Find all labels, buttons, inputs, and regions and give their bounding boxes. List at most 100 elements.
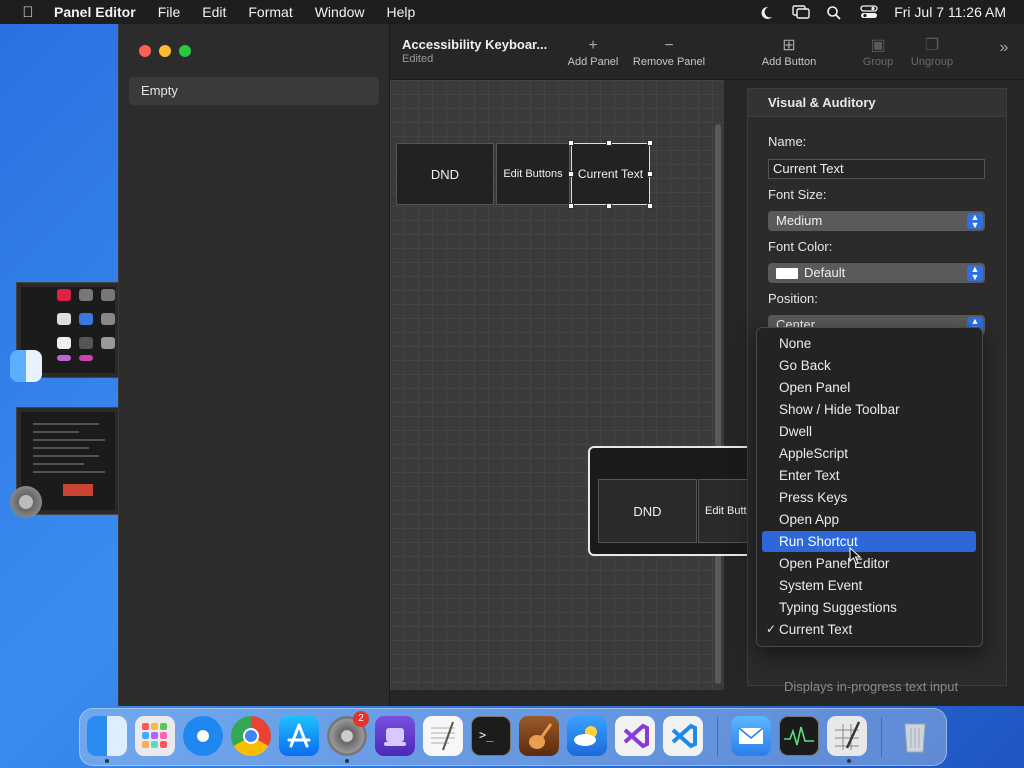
sidebar: Empty [119,24,390,706]
menu-item-enter-text[interactable]: Enter Text [762,465,976,486]
svg-text:>_: >_ [479,728,494,742]
menu-item-show-hide-toolbar[interactable]: Show / Hide Toolbar [762,399,976,420]
zoom-window-button[interactable] [179,45,191,57]
dock-visual-studio-icon[interactable] [615,716,655,756]
group-button[interactable]: ▣ Group [858,36,898,68]
resize-handle[interactable] [647,171,653,177]
document-status: Edited [402,53,434,65]
resize-handle[interactable] [606,140,612,146]
action-description: Displays in-progress text input [784,679,959,694]
dock-chrome-icon[interactable] [231,716,271,756]
dock-finder-icon[interactable] [87,716,127,756]
minus-icon: − [664,37,674,54]
menu-app-name[interactable]: Panel Editor [54,4,136,20]
focus-moon-icon[interactable] [758,5,774,19]
dock-weather-icon[interactable] [567,716,607,756]
toolbar: Accessibility Keyboar... Edited + Add Pa… [390,24,1024,80]
dock-panel-editor-icon[interactable] [827,716,867,756]
menu-item-dwell[interactable]: Dwell [762,421,976,442]
remove-panel-button[interactable]: − Remove Panel [630,36,708,68]
add-panel-button[interactable]: + Add Panel [565,36,621,68]
canvas-button-dnd[interactable]: DND [396,143,494,205]
toolbar-overflow-button[interactable]: » [994,38,1014,58]
dock-textedit-icon[interactable] [423,716,463,756]
menu-clock[interactable]: Fri Jul 7 11:26 AM [894,4,1006,20]
resize-handle[interactable] [647,140,653,146]
menu-window[interactable]: Window [315,4,365,20]
font-size-popup[interactable]: Medium ▲ ▼ [768,211,985,231]
menu-item-press-keys[interactable]: Press Keys [762,487,976,508]
menu-bar:  Panel Editor File Edit Format Window H… [0,0,1024,24]
menu-item-go-back[interactable]: Go Back [762,355,976,376]
screen-mirroring-icon[interactable] [792,5,810,19]
menu-edit[interactable]: Edit [202,4,226,20]
menu-item-typing-suggestions[interactable]: Typing Suggestions [762,597,976,618]
font-size-label: Font Size: [768,187,827,202]
menu-file[interactable]: File [158,4,181,20]
running-indicator [847,759,851,763]
resize-handle[interactable] [647,203,653,209]
close-window-button[interactable] [139,45,151,57]
preview-button-dnd[interactable]: DND [598,479,697,543]
checkmark-icon: ✓ [766,622,777,636]
menu-item-open-panel-editor[interactable]: Open Panel Editor [762,553,976,574]
menu-item-open-panel[interactable]: Open Panel [762,377,976,398]
panel-preview: DND Edit Butto [588,446,772,556]
menu-item-open-app[interactable]: Open App [762,509,976,530]
resize-handle[interactable] [606,203,612,209]
resize-handle[interactable] [568,140,574,146]
system-settings-icon[interactable] [10,486,42,518]
menu-item-run-shortcut[interactable]: Run Shortcut [762,531,976,552]
dock-separator [881,717,882,757]
running-indicator [105,759,109,763]
dock-separator [717,717,718,757]
canvas-scrollbar[interactable] [715,124,721,684]
apple-menu-icon[interactable]:  [18,4,38,21]
document-title: Accessibility Keyboar... [402,37,548,52]
sidebar-item-empty[interactable]: Empty [129,77,379,105]
dock-garageband-icon[interactable] [519,716,559,756]
menu-item-applescript[interactable]: AppleScript [762,443,976,464]
name-label: Name: [768,134,807,149]
dock-launchpad-icon[interactable] [135,716,175,756]
plus-icon: + [588,37,598,54]
chevron-updown-icon: ▲▼ [967,213,983,230]
position-label: Position: [768,291,818,306]
add-square-icon: ⊞ [782,37,796,54]
menu-item-current-text[interactable]: ✓ Current Text [762,619,976,640]
dock-mail-icon[interactable] [731,716,771,756]
canvas-button-current-text[interactable]: Current Text [571,143,650,205]
menu-help[interactable]: Help [387,4,416,20]
dock-safari-icon[interactable] [183,716,223,756]
dock-terminal-icon[interactable]: >_ [471,716,511,756]
ungroup-icon: ❐ [924,37,940,54]
dock-trash-icon[interactable] [895,716,935,756]
finder-icon[interactable] [10,350,42,382]
chevron-double-right-icon: » [999,39,1009,56]
canvas-button-edit-buttons[interactable]: Edit Buttons [496,143,570,205]
dock-app-store-icon[interactable] [279,716,319,756]
dock-activity-monitor-icon[interactable] [779,716,819,756]
resize-handle[interactable] [568,171,574,177]
menu-format[interactable]: Format [248,4,292,20]
dock-vscode-icon[interactable] [663,716,703,756]
font-color-label: Font Color: [768,239,833,254]
mouse-pointer-icon [849,547,862,565]
menu-item-system-event[interactable]: System Event [762,575,976,596]
name-field[interactable]: Current Text [768,159,985,179]
dock-podcast-app-icon[interactable] [375,716,415,756]
dock: 2 >_ [79,708,947,766]
color-swatch [776,268,798,280]
group-icon: ▣ [870,37,886,54]
minimize-window-button[interactable] [159,45,171,57]
chevron-updown-icon: ▲▼ [967,265,983,282]
resize-handle[interactable] [568,203,574,209]
ungroup-button[interactable]: ❐ Ungroup [905,36,959,68]
add-button-button[interactable]: ⊞ Add Button [756,36,822,68]
control-center-icon[interactable] [860,5,878,19]
inspector-header: Visual & Auditory [748,89,1006,117]
running-indicator [345,759,349,763]
spotlight-search-icon[interactable] [826,5,842,20]
font-color-popup[interactable]: Default ▲ ▼ [768,263,985,283]
menu-item-none[interactable]: None [762,333,976,354]
